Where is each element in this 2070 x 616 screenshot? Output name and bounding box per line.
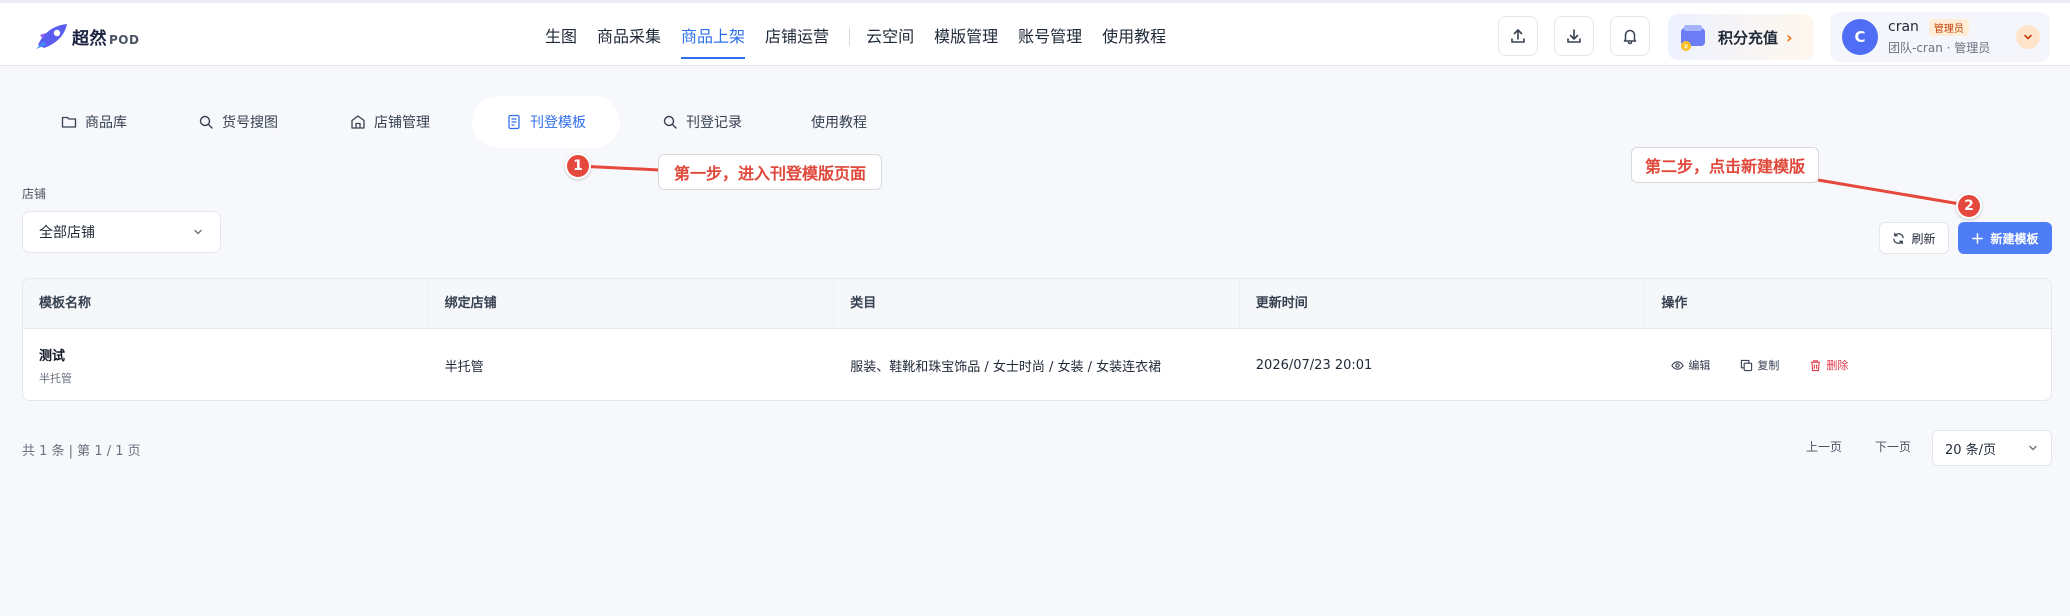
tab-store-management[interactable]: 店铺管理 — [308, 96, 472, 148]
category-cell: 服装、鞋靴和珠宝饰品 / 女士时尚 / 女装 / 女装连衣裙 — [850, 359, 1162, 375]
edit-button[interactable]: 编辑 — [1671, 357, 1710, 373]
shop-select-value: 全部店铺 — [39, 225, 95, 241]
role-badge: 管理员 — [1928, 18, 1969, 36]
edit-label: 编辑 — [1688, 359, 1711, 372]
updated-time-cell: 2026/07/23 20:01 — [1255, 357, 1373, 373]
annotation-marker-2: 2 — [1956, 193, 1982, 219]
wallet-icon: ¥ — [1681, 25, 1705, 51]
plus-icon — [1972, 232, 1984, 244]
rocket-logo-icon — [36, 24, 67, 49]
eye-icon — [1671, 360, 1685, 370]
user-team: 团队-cran · 管理员 — [1888, 40, 1991, 55]
nav-item-cloud[interactable]: 云空间 — [866, 23, 914, 51]
column-header-shop: 绑定店铺 — [429, 279, 835, 329]
nav-divider — [849, 28, 851, 46]
copy-label: 复制 — [1757, 359, 1780, 372]
column-header-actions: 操作 — [1661, 296, 1688, 311]
top-navigation: 生图 商品采集 商品上架 店铺运营 云空间 模版管理 账号管理 使用教程 — [545, 23, 1186, 59]
copy-icon — [1741, 359, 1753, 371]
actions-cell: 编辑 复制 删除 — [1645, 357, 2051, 373]
tab-label: 刊登记录 — [686, 115, 742, 131]
template-name-cell: 测试 半托管 — [23, 345, 429, 386]
tab-label: 商品库 — [85, 115, 127, 131]
tab-label: 店铺管理 — [374, 115, 430, 131]
bound-shop-cell: 半托管 — [444, 359, 484, 375]
tab-sku-image-search[interactable]: 货号搜图 — [168, 96, 308, 148]
nav-item-listing[interactable]: 商品上架 — [681, 23, 746, 59]
search-icon — [663, 115, 677, 129]
nav-item-templates[interactable]: 模版管理 — [934, 23, 998, 51]
tab-tutorial[interactable]: 使用教程 — [784, 96, 894, 148]
shop-filter-label: 店铺 — [22, 187, 47, 201]
annotation-callout-1: 第一步，进入刊登模版页面 — [658, 154, 882, 190]
upload-button[interactable] — [1498, 16, 1538, 56]
nav-item-account[interactable]: 账号管理 — [1018, 23, 1082, 51]
brand-name: 超然 POD — [72, 28, 140, 49]
chevron-right-icon: › — [1786, 27, 1793, 47]
column-header-updated: 更新时间 — [1240, 279, 1646, 329]
templates-table: 模板名称 绑定店铺 类目 更新时间 操作 测试 半托管 半托管 服装、鞋靴和珠宝… — [22, 278, 2052, 401]
folder-icon — [61, 116, 77, 128]
notifications-button[interactable] — [1610, 16, 1650, 56]
template-name: 测试 — [39, 348, 66, 364]
annotation-callout-2: 第二步，点击新建模版 — [1631, 147, 1819, 183]
upload-icon — [1511, 29, 1525, 43]
search-icon — [199, 115, 213, 129]
brand-logo[interactable]: 超然 POD — [34, 19, 139, 53]
annotation-line-2 — [1817, 178, 1967, 207]
trash-icon — [1811, 359, 1821, 371]
copy-button[interactable]: 复制 — [1740, 357, 1779, 373]
new-template-label: 新建模板 — [1990, 231, 2039, 246]
user-name: cran — [1888, 19, 1919, 35]
template-name-sub: 半托管 — [39, 371, 72, 385]
avatar: C — [1842, 19, 1878, 55]
points-recharge-button[interactable]: ¥ 积分充值 › — [1668, 14, 1814, 60]
table-row: 测试 半托管 半托管 服装、鞋靴和珠宝饰品 / 女士时尚 / 女装 / 女装连衣… — [23, 329, 2051, 400]
column-header-name: 模板名称 — [23, 279, 429, 329]
refresh-label: 刷新 — [1911, 231, 1936, 246]
nav-item-collect[interactable]: 商品采集 — [597, 23, 661, 51]
tab-label: 货号搜图 — [222, 115, 278, 131]
nav-item-tutorial[interactable]: 使用教程 — [1102, 23, 1166, 51]
user-menu[interactable]: C cran 管理员 团队-cran · 管理员 — [1830, 12, 2050, 62]
page-size-value: 20 条/页 — [1945, 442, 1997, 458]
tab-listing-records[interactable]: 刊登记录 — [620, 96, 784, 148]
chevron-down-icon — [194, 229, 202, 235]
top-header: 超然 POD 生图 商品采集 商品上架 店铺运营 云空间 模版管理 账号管理 使用… — [0, 0, 2070, 66]
tab-label: 使用教程 — [811, 115, 867, 131]
prev-page-button[interactable]: 上一页 — [1806, 438, 1842, 455]
download-icon — [1567, 29, 1581, 43]
shop-select[interactable]: 全部店铺 — [22, 211, 221, 253]
column-header-category: 类目 — [834, 279, 1240, 329]
template-icon — [508, 114, 520, 130]
recharge-label: 积分充值 — [1718, 28, 1779, 47]
chevron-down-icon — [2029, 445, 2037, 451]
table-header: 模板名称 绑定店铺 类目 更新时间 操作 — [23, 279, 2051, 329]
sub-tabs: 商品库 货号搜图 店铺管理 刊登模板 刊登记录 使用教程 — [20, 96, 894, 148]
pagination-summary: 共 1 条 | 第 1 / 1 页 — [22, 444, 141, 459]
store-icon — [351, 115, 365, 129]
tab-label: 刊登模板 — [530, 115, 586, 131]
chevron-down-icon[interactable] — [2016, 25, 2040, 49]
svg-text:¥: ¥ — [1684, 43, 1689, 51]
new-template-button[interactable]: 新建模板 — [1958, 222, 2052, 254]
download-button[interactable] — [1554, 16, 1594, 56]
bell-icon — [1623, 29, 1637, 45]
nav-item-generate[interactable]: 生图 — [545, 23, 577, 51]
next-page-button[interactable]: 下一页 — [1875, 438, 1911, 455]
refresh-button[interactable]: 刷新 — [1879, 222, 1949, 254]
page-size-select[interactable]: 20 条/页 — [1932, 430, 2052, 466]
tab-product-library[interactable]: 商品库 — [20, 96, 168, 148]
delete-label: 删除 — [1826, 359, 1849, 372]
delete-button[interactable]: 删除 — [1809, 357, 1848, 373]
refresh-icon — [1893, 232, 1905, 244]
tab-listing-templates[interactable]: 刊登模板 — [472, 96, 620, 148]
nav-item-store-ops[interactable]: 店铺运营 — [765, 23, 829, 51]
annotation-marker-1: 1 — [565, 153, 591, 179]
